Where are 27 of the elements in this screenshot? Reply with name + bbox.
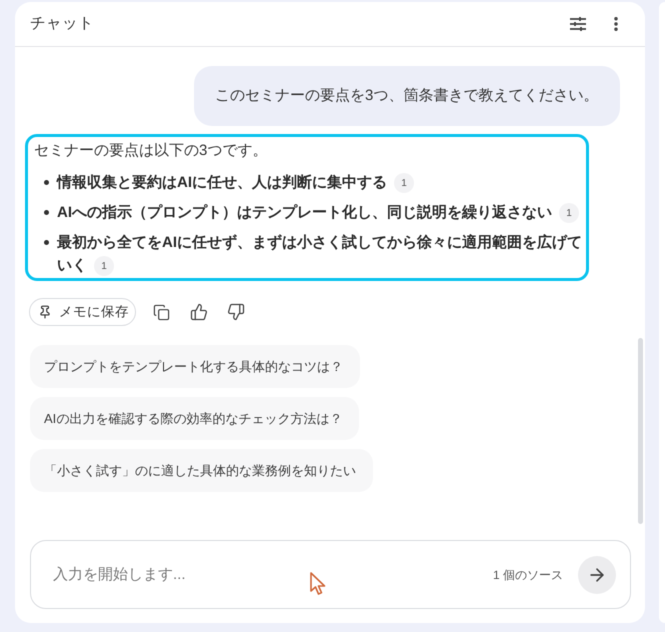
scrollbar-thumb[interactable] [638,338,643,524]
citation-badge[interactable]: 1 [394,173,414,194]
message-input[interactable]: 入力を開始します... [53,554,485,594]
send-button[interactable] [578,556,616,594]
bullet-icon [44,240,49,245]
message-composer[interactable]: 入力を開始します... 1 個のソース [30,540,631,609]
save-to-note-button[interactable]: メモに保存 [29,298,136,326]
bullet-icon [44,180,49,185]
copy-icon[interactable] [153,304,170,320]
bullet-point-text: 情報収集と要約はAIに任せ、人は判断に集中する 1 [57,171,586,194]
bullet-point-text: AIへの指示（プロンプト）はテンプレート化し、同じ説明を繰り返さない 1 [57,201,586,224]
panel-title: チャット [30,14,94,34]
bullet-point-text: 最初から全てをAIに任せず、まずは小さく試してから徐々に適用範囲を広げていく 1 [57,231,586,277]
mouse-pointer-icon [308,570,328,596]
thumbs-up-icon[interactable] [190,303,208,321]
response-intro: セミナーの要点は以下の3つです。 [34,141,268,161]
citation-badge[interactable]: 1 [559,203,579,224]
suggested-question-chip[interactable]: 「小さく試す」のに適した具体的な業務例を知りたい [30,449,373,492]
citation-badge[interactable]: 1 [94,256,114,276]
bullet-icon [44,210,49,215]
source-count: 1 個のソース [492,566,563,584]
suggested-question-chip[interactable]: AIの出力を確認する際の効率的なチェック方法は？ [30,397,360,440]
sliders-icon[interactable] [570,17,586,31]
thumbs-down-icon[interactable] [227,303,245,321]
user-message-bubble: このセミナーの要点を3つ、箇条書きで教えてください。 [194,66,620,126]
pin-icon [38,305,52,319]
suggested-question-chip[interactable]: プロンプトをテンプレート化する具体的なコツは？ [30,345,360,388]
